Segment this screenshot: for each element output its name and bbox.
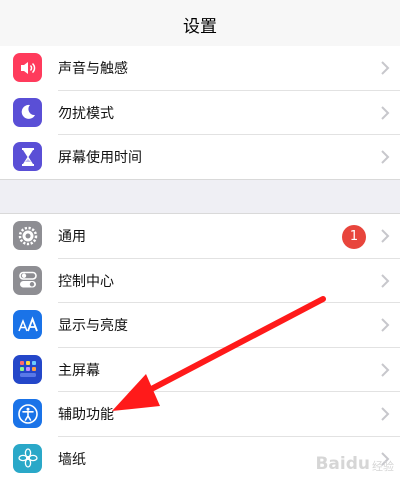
settings-row-label: 辅助功能 xyxy=(58,404,114,424)
settings-row-display-brightness[interactable]: 显示与亮度 xyxy=(0,303,400,348)
toggles-icon xyxy=(13,266,42,295)
settings-row-label: 主屏幕 xyxy=(58,360,100,380)
watermark: Baidu 经验 xyxy=(315,454,394,474)
settings-row-screen-time[interactable]: 屏幕使用时间 xyxy=(0,135,400,180)
settings-row-home-screen[interactable]: 主屏幕 xyxy=(0,348,400,393)
gear-icon xyxy=(13,221,42,250)
settings-row-sounds[interactable]: 声音与触感 xyxy=(0,46,400,91)
settings-row-label: 显示与亮度 xyxy=(58,315,128,335)
speaker-icon xyxy=(13,53,42,82)
home-grid-icon xyxy=(13,355,42,384)
settings-row-label: 控制中心 xyxy=(58,271,114,291)
settings-group-1: 声音与触感 勿扰模式 屏幕使用时间 xyxy=(0,46,400,180)
flower-icon xyxy=(13,444,42,473)
settings-group-2: 通用 1 控制中心 显示与亮度 xyxy=(0,213,400,481)
watermark-text: 经验 xyxy=(372,458,394,474)
chevron-right-icon xyxy=(378,149,392,165)
settings-row-label: 屏幕使用时间 xyxy=(58,147,142,167)
settings-row-label: 墙纸 xyxy=(58,449,86,469)
page-title: 设置 xyxy=(0,12,400,37)
accessibility-icon xyxy=(13,399,42,428)
notification-badge: 1 xyxy=(342,225,366,249)
chevron-right-icon xyxy=(378,406,392,422)
watermark-brand: Baidu xyxy=(315,454,370,474)
section-spacer xyxy=(0,179,400,214)
chevron-right-icon xyxy=(378,228,392,244)
settings-row-control-center[interactable]: 控制中心 xyxy=(0,259,400,304)
chevron-right-icon xyxy=(378,362,392,378)
chevron-right-icon xyxy=(378,60,392,76)
text-size-icon xyxy=(13,310,42,339)
settings-row-accessibility[interactable]: 辅助功能 xyxy=(0,392,400,437)
settings-row-label: 通用 xyxy=(58,226,86,246)
settings-row-label: 声音与触感 xyxy=(58,58,128,78)
navigation-bar: 设置 xyxy=(0,0,400,47)
chevron-right-icon xyxy=(378,105,392,121)
settings-row-label: 勿扰模式 xyxy=(58,103,114,123)
chevron-right-icon xyxy=(378,317,392,333)
hourglass-icon xyxy=(13,142,42,171)
settings-row-do-not-disturb[interactable]: 勿扰模式 xyxy=(0,91,400,136)
chevron-right-icon xyxy=(378,273,392,289)
settings-row-general[interactable]: 通用 1 xyxy=(0,214,400,259)
moon-icon xyxy=(13,98,42,127)
